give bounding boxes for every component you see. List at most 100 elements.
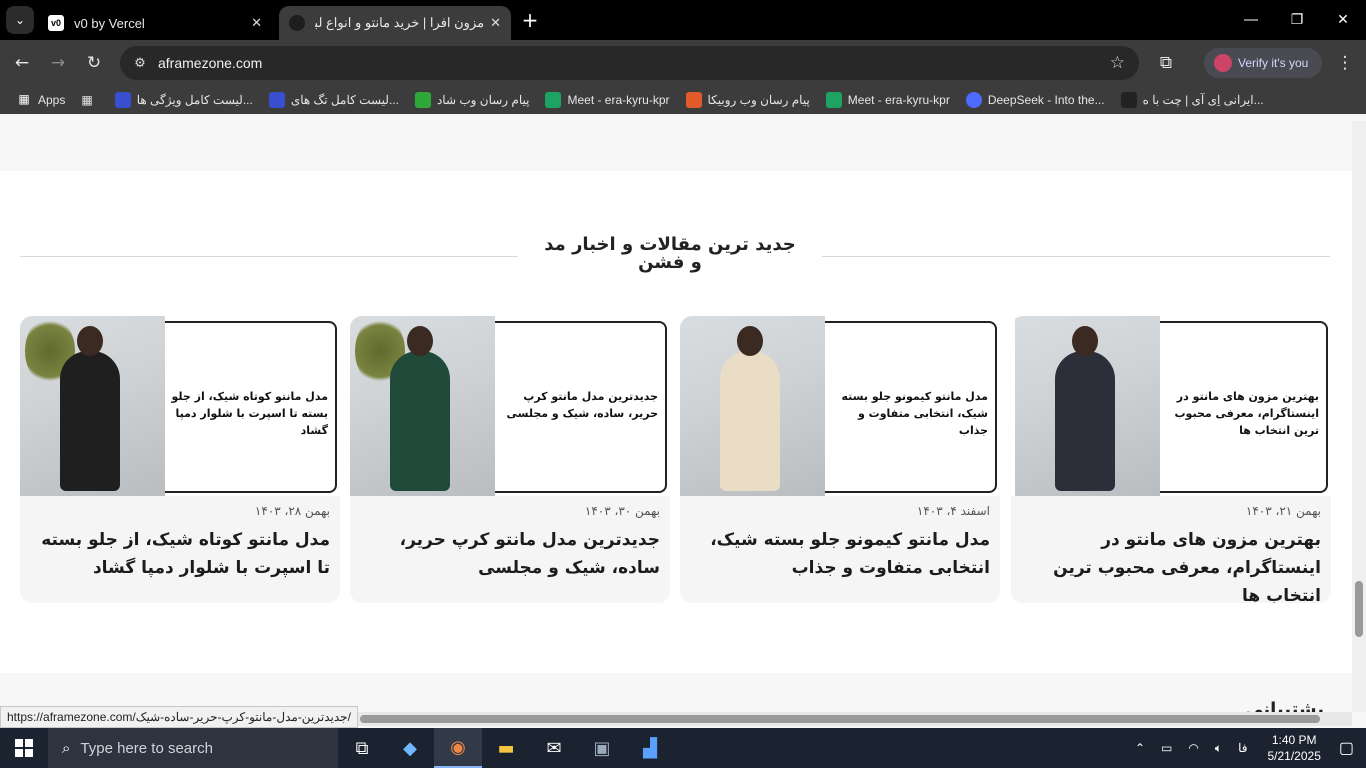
menu-button[interactable]: ⋮ — [1332, 50, 1358, 76]
taskbar-search[interactable]: ⌕ Type here to search — [48, 728, 338, 768]
status-url-tooltip: https://aframezone.com/جدیدترین-مدل-مانت… — [0, 706, 358, 728]
copilot-icon[interactable]: ◆ — [386, 728, 434, 768]
bookmark-label: لیست کامل تگ های... — [290, 93, 399, 107]
scroll-thumb[interactable] — [360, 715, 1320, 723]
thumbnail-caption: بهترین مزون های مانتو در اینستاگرام، معر… — [1174, 390, 1320, 437]
extensions-button[interactable]: ⧉ — [1153, 50, 1179, 76]
article-title[interactable]: جدیدترین مدل مانتو کرپ حریر، ساده، شیک و… — [360, 526, 660, 582]
article-thumbnail[interactable]: مدل مانتو کیمونو جلو بسته شیک، انتخابی م… — [680, 316, 1000, 496]
article-thumbnail[interactable]: مدل مانتو کوتاه شیک، از جلو بسته تا اسپر… — [20, 316, 340, 496]
restore-button[interactable]: ❐ — [1274, 0, 1320, 40]
apps-grid-icon: ▦ — [16, 92, 32, 108]
article-photo — [20, 316, 165, 496]
chart-app-icon[interactable]: ▟ — [626, 728, 674, 768]
article-card[interactable]: جدیدترین مدل مانتو کرپ حریر، ساده، شیک و… — [350, 316, 670, 603]
vertical-scrollbar[interactable] — [1352, 121, 1366, 712]
bookmark-item[interactable]: پیام رسان وب شاد — [414, 92, 530, 108]
scroll-thumb[interactable] — [1355, 581, 1363, 637]
verify-profile-button[interactable]: Verify it's you — [1204, 48, 1322, 78]
bookmark-star-icon[interactable]: ☆ — [1110, 53, 1125, 73]
url-text: aframezone.com — [158, 55, 263, 71]
avatar — [1214, 54, 1232, 72]
mail-icon[interactable]: ✉ — [530, 728, 578, 768]
windows-icon — [15, 739, 33, 757]
thumbnail-caption: مدل مانتو کیمونو جلو بسته شیک، انتخابی م… — [841, 390, 988, 437]
bookmark-item[interactable]: لیست کامل تگ های... — [268, 92, 399, 108]
section-title: جدید ترین مقالات و اخبار مد و فشن — [544, 234, 796, 273]
puzzle-icon: ⧉ — [1159, 53, 1173, 73]
new-tab-button[interactable]: + — [518, 8, 542, 32]
chevron-up-icon[interactable]: ⌃ — [1135, 741, 1145, 755]
bookmark-label: لیست کامل ویژگی ها... — [136, 93, 253, 107]
chrome-icon[interactable]: ◉ — [434, 728, 482, 768]
article-date: بهمن ۲۱، ۱۴۰۳ — [1245, 504, 1321, 518]
close-window-button[interactable]: ✕ — [1320, 0, 1366, 40]
bookmark-label: Meet - era-kyru-kpr — [847, 93, 950, 107]
close-tab-icon[interactable]: ✕ — [490, 15, 501, 31]
article-thumbnail[interactable]: جدیدترین مدل مانتو کرپ حریر، ساده، شیک و… — [350, 316, 670, 496]
verify-label: Verify it's you — [1238, 56, 1309, 70]
bookmark-label: پیام رسان وب شاد — [436, 93, 530, 107]
article-card[interactable]: مدل مانتو کیمونو جلو بسته شیک، انتخابی م… — [680, 316, 1000, 603]
tab-v0[interactable]: v0 v0 by Vercel ✕ — [38, 6, 272, 40]
file-explorer-icon[interactable]: ▬ — [482, 728, 530, 768]
tab-afra[interactable]: مزون افرا | خرید مانتو و انواع لباس ✕ — [279, 6, 511, 40]
clock-time: 1:40 PM — [1271, 733, 1317, 747]
bookmark-label: Apps — [38, 93, 66, 107]
start-button[interactable] — [0, 728, 48, 768]
meet-icon — [545, 92, 562, 108]
thumbnail-caption: مدل مانتو کوتاه شیک، از جلو بسته تا اسپر… — [171, 390, 328, 437]
divider-line — [822, 256, 1330, 257]
address-bar[interactable]: ⚙ aframezone.com ☆ — [120, 46, 1139, 80]
bookmark-item[interactable]: Meet - era-kyru-kpr — [825, 92, 950, 108]
model-figure — [720, 351, 780, 491]
reload-button[interactable]: ↻ — [81, 50, 107, 76]
battery-icon[interactable]: ▭ — [1161, 741, 1172, 755]
language-indicator[interactable]: فا — [1238, 741, 1247, 755]
bookmark-label: پیام رسان وب روبیکا — [707, 93, 810, 107]
article-title[interactable]: مدل مانتو کوتاه شیک، از جلو بسته تا اسپر… — [30, 526, 330, 582]
site-icon — [414, 92, 431, 108]
thumbnail-caption: جدیدترین مدل مانتو کرپ حریر، ساده، شیک و… — [506, 390, 658, 420]
bookmark-item[interactable]: DeepSeek - Into the... — [965, 92, 1105, 108]
search-placeholder: Type here to search — [80, 739, 213, 757]
more-vertical-icon: ⋮ — [1336, 53, 1354, 73]
back-button[interactable]: ← — [9, 50, 35, 76]
article-date: اسفند ۴، ۱۴۰۳ — [916, 504, 990, 518]
volume-icon[interactable]: 🔈︎ — [1215, 741, 1222, 756]
bookmark-item[interactable]: لیست کامل ویژگی ها... — [114, 92, 253, 108]
bookmark-label: ایرانی اِی آی | چت با ه... — [1142, 93, 1264, 107]
close-tab-icon[interactable]: ✕ — [251, 15, 262, 31]
article-card[interactable]: بهترین مزون های مانتو در اینستاگرام، معر… — [1011, 316, 1331, 603]
bookmark-label: DeepSeek - Into the... — [987, 93, 1105, 107]
site-icon — [1120, 92, 1137, 108]
tab-search-button[interactable]: ⌄ — [6, 6, 34, 34]
task-view-icon[interactable]: ⧉ — [338, 728, 386, 768]
reload-icon: ↻ — [86, 53, 102, 73]
article-card[interactable]: مدل مانتو کوتاه شیک، از جلو بسته تا اسپر… — [20, 316, 340, 603]
tab-groups-icon[interactable]: ▦ — [81, 93, 92, 107]
bookmark-item[interactable]: ایرانی اِی آی | چت با ه... — [1120, 92, 1264, 108]
model-head — [407, 326, 433, 356]
article-thumbnail[interactable]: بهترین مزون های مانتو در اینستاگرام، معر… — [1011, 316, 1331, 496]
network-app-icon[interactable]: ▣ — [578, 728, 626, 768]
article-title[interactable]: بهترین مزون های مانتو در اینستاگرام، معر… — [1021, 526, 1321, 603]
notifications-icon[interactable]: ▢ — [1339, 738, 1354, 758]
bookmarks-bar: ▦ Apps ▦ لیست کامل ویژگی ها... لیست کامل… — [0, 86, 1366, 114]
tab-title: مزون افرا | خرید مانتو و انواع لباس — [315, 15, 485, 30]
clock[interactable]: 1:40 PM 5/21/2025 — [1267, 732, 1320, 764]
model-head — [77, 326, 103, 356]
tab-title: v0 by Vercel — [74, 15, 145, 31]
arrow-left-icon: ← — [14, 53, 30, 73]
site-icon — [268, 92, 285, 108]
bookmark-item[interactable]: Meet - era-kyru-kpr — [545, 92, 670, 108]
article-title[interactable]: مدل مانتو کیمونو جلو بسته شیک، انتخابی م… — [690, 526, 990, 582]
wifi-icon[interactable]: ◠ — [1188, 741, 1198, 755]
bookmark-item[interactable]: پیام رسان وب روبیکا — [685, 92, 810, 108]
site-info-icon[interactable]: ⚙ — [128, 56, 152, 71]
clock-date: 5/21/2025 — [1267, 749, 1321, 763]
forward-button[interactable]: → — [45, 50, 71, 76]
article-date: بهمن ۲۸، ۱۴۰۳ — [254, 504, 330, 518]
minimize-button[interactable]: ― — [1228, 0, 1274, 40]
bookmark-apps[interactable]: ▦ Apps — [16, 92, 65, 108]
